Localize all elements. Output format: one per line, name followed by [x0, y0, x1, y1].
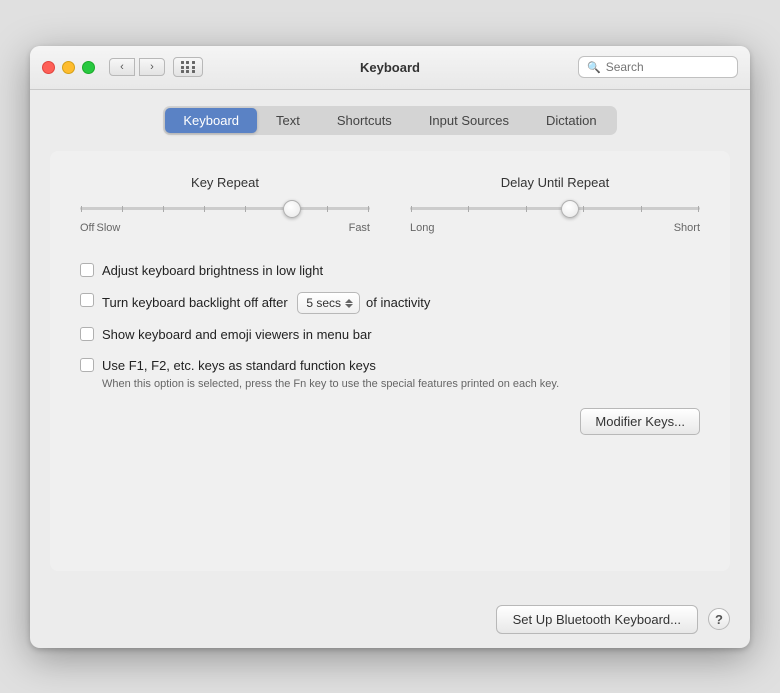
checkboxes-section: Adjust keyboard brightness in low light …	[80, 262, 700, 393]
delay-repeat-thumb[interactable]	[561, 200, 579, 218]
checkbox-fn-keys-label: Use F1, F2, etc. keys as standard functi…	[102, 357, 559, 393]
tab-bar-container: Keyboard Text Shortcuts Input Sources Di…	[50, 106, 730, 135]
checkbox-row-emoji: Show keyboard and emoji viewers in menu …	[80, 326, 700, 344]
key-repeat-fast-label: Fast	[349, 222, 370, 234]
main-panel: Key Repeat	[50, 151, 730, 571]
checkbox-backlight[interactable]	[80, 293, 94, 307]
checkbox-row-backlight: Turn keyboard backlight off after 5 secs…	[80, 292, 700, 315]
tab-keyboard[interactable]: Keyboard	[165, 108, 257, 133]
grid-icon	[181, 61, 196, 73]
delay-repeat-track-wrapper	[410, 200, 700, 218]
tab-shortcuts[interactable]: Shortcuts	[319, 108, 410, 133]
modifier-keys-container: Modifier Keys...	[80, 408, 700, 435]
key-repeat-slow-label: Slow	[96, 222, 120, 234]
close-button[interactable]	[42, 61, 55, 74]
key-repeat-group: Key Repeat	[80, 175, 370, 234]
checkbox-backlight-label: Turn keyboard backlight off after 5 secs…	[102, 292, 430, 315]
tab-text[interactable]: Text	[258, 108, 318, 133]
content-area: Keyboard Text Shortcuts Input Sources Di…	[30, 90, 750, 591]
modifier-keys-button[interactable]: Modifier Keys...	[580, 408, 700, 435]
key-repeat-thumb[interactable]	[283, 200, 301, 218]
delay-repeat-group: Delay Until Repeat	[410, 175, 700, 234]
footer: Set Up Bluetooth Keyboard... ?	[30, 591, 750, 648]
tab-dictation[interactable]: Dictation	[528, 108, 615, 133]
grid-button[interactable]	[173, 57, 203, 77]
checkbox-brightness-label: Adjust keyboard brightness in low light	[102, 262, 323, 280]
delay-repeat-labels: Long Short	[410, 222, 700, 234]
sliders-row: Key Repeat	[80, 175, 700, 234]
delay-long-label: Long	[410, 222, 434, 234]
forward-button[interactable]: ›	[139, 58, 165, 76]
checkbox-brightness[interactable]	[80, 263, 94, 277]
nav-buttons: ‹ ›	[109, 58, 165, 76]
inactivity-select[interactable]: 5 secs	[297, 292, 360, 315]
tab-input-sources[interactable]: Input Sources	[411, 108, 527, 133]
checkbox-row-brightness: Adjust keyboard brightness in low light	[80, 262, 700, 280]
checkbox-row-fn-keys: Use F1, F2, etc. keys as standard functi…	[80, 357, 700, 393]
key-repeat-label: Key Repeat	[80, 175, 370, 190]
inactivity-suffix: of inactivity	[366, 294, 430, 312]
titlebar: ‹ › Keyboard 🔍	[30, 46, 750, 90]
search-input[interactable]	[606, 60, 729, 74]
window-title: Keyboard	[360, 60, 420, 75]
select-arrow-icon	[345, 299, 353, 308]
traffic-lights	[42, 61, 95, 74]
maximize-button[interactable]	[82, 61, 95, 74]
key-repeat-labels: Off Slow Fast	[80, 222, 370, 234]
search-box[interactable]: 🔍	[578, 56, 738, 78]
delay-repeat-label: Delay Until Repeat	[410, 175, 700, 190]
back-button[interactable]: ‹	[109, 58, 135, 76]
key-repeat-track-wrapper	[80, 200, 370, 218]
checkbox-emoji[interactable]	[80, 327, 94, 341]
search-icon: 🔍	[587, 61, 601, 74]
select-value: 5 secs	[306, 295, 341, 312]
delay-short-label: Short	[674, 222, 700, 234]
help-button[interactable]: ?	[708, 608, 730, 630]
minimize-button[interactable]	[62, 61, 75, 74]
fn-keys-subtext: When this option is selected, press the …	[102, 377, 559, 392]
checkbox-emoji-label: Show keyboard and emoji viewers in menu …	[102, 326, 372, 344]
tab-bar: Keyboard Text Shortcuts Input Sources Di…	[163, 106, 616, 135]
key-repeat-min-label: Off	[80, 222, 94, 234]
checkbox-fn-keys[interactable]	[80, 358, 94, 372]
main-window: ‹ › Keyboard 🔍 Keyboard Text Shortcu	[30, 46, 750, 648]
bluetooth-keyboard-button[interactable]: Set Up Bluetooth Keyboard...	[496, 605, 698, 634]
